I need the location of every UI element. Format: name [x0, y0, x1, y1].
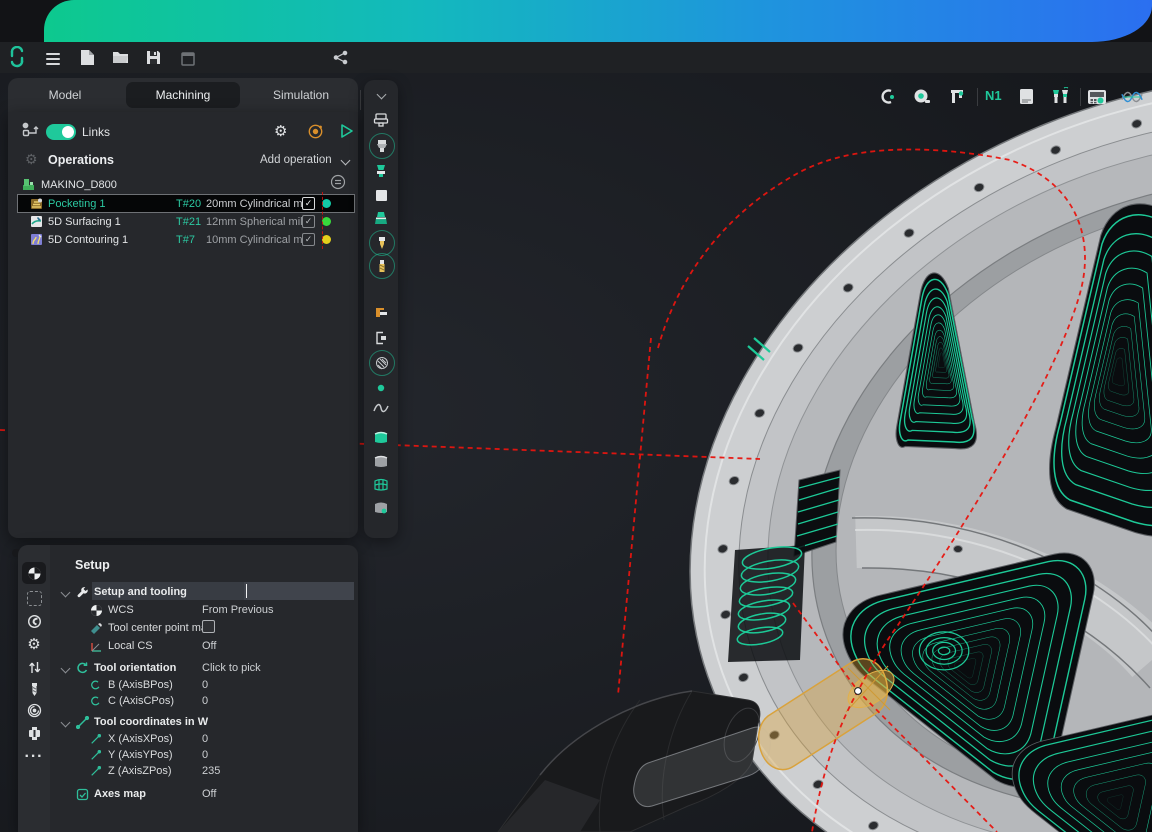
surface-grid-icon[interactable] [371, 475, 391, 495]
save-button[interactable] [143, 47, 163, 67]
sidebar-limits-icon[interactable] [24, 658, 44, 676]
tool-holder-icon[interactable] [369, 133, 395, 159]
open-file-button[interactable] [110, 47, 130, 67]
enabled-checkbox[interactable]: ✓ [302, 215, 315, 228]
surface-point-icon[interactable] [371, 498, 391, 518]
setup-row[interactable]: C (AxisCPos) 0 [50, 693, 350, 709]
status-dot [322, 199, 331, 208]
machining-settings-gear-icon[interactable]: ⚙ [274, 122, 287, 140]
sidebar-more-icon[interactable]: ··· [24, 748, 44, 766]
sidebar-comet-icon[interactable] [24, 612, 44, 630]
caliper-icon[interactable] [946, 86, 968, 108]
rim-toolpath-patch [793, 469, 841, 557]
share-icon[interactable] [330, 47, 350, 67]
stock-icon[interactable] [371, 185, 391, 205]
tool-pair-icon[interactable] [1050, 86, 1072, 108]
group-value-field[interactable] [244, 582, 354, 600]
measure-tape-icon[interactable] [911, 86, 933, 108]
workpiece-icon[interactable] [371, 208, 391, 228]
surface-teal-icon[interactable] [371, 428, 391, 448]
sidebar-wcs-icon[interactable] [22, 562, 46, 584]
document-icon [178, 49, 198, 69]
mesh-feature-icon[interactable] [369, 350, 395, 376]
enabled-checkbox[interactable]: ✓ [302, 197, 315, 210]
app-window: Aerospace Part_S Model Machining Simulat… [0, 0, 1152, 832]
tcp-checkbox[interactable] [202, 620, 215, 633]
machine-name: MAKINO_D800 [41, 178, 117, 191]
nc-code-button[interactable]: N1 [985, 88, 1002, 103]
setup-row[interactable]: B (AxisBPos) 0 [50, 677, 350, 693]
helix-toolpath [728, 545, 805, 662]
mode-tabs: Model Machining Simulation [8, 78, 358, 112]
machine-menu-icon[interactable] [330, 174, 346, 195]
operations-gear-icon: ⚙ [25, 151, 38, 167]
machining-items-toolbar [364, 80, 398, 538]
menu-button[interactable] [43, 49, 63, 69]
setup-row[interactable]: Z (AxisZPos) 235 [50, 763, 350, 779]
setup-sidebar: ⚙ ··· [18, 545, 50, 832]
tab-simulation[interactable]: Simulation [244, 82, 358, 108]
frame-feature-icon[interactable] [371, 328, 391, 348]
collapse-chevron-icon[interactable] [371, 86, 391, 106]
graph-icon[interactable] [1121, 86, 1143, 108]
sidebar-feed-icon[interactable] [24, 701, 44, 719]
enabled-checkbox[interactable]: ✓ [302, 233, 315, 246]
curve-feature-icon[interactable] [371, 398, 391, 418]
operations-title: Operations [48, 153, 114, 167]
operation-row-contouring[interactable]: 5D Contouring 1 T#7 10mm Cylindrical mil… [18, 231, 354, 248]
sidebar-selection-icon[interactable] [24, 589, 44, 607]
surface-gray-icon[interactable] [371, 452, 391, 472]
stock-doc-icon[interactable] [1015, 86, 1037, 108]
setup-row[interactable]: Y (AxisYPos) 0 [50, 747, 350, 763]
links-node-icon [22, 122, 39, 143]
fixture-icon[interactable] [371, 303, 391, 323]
setup-row[interactable]: WCS From Previous [50, 602, 350, 618]
axis-trace-overlay [322, 192, 323, 249]
operations-panel: Links ⚙ ⚙ Operations Add operation MAKIN… [8, 112, 358, 538]
spindle-head-icon[interactable] [371, 110, 391, 130]
setup-row-group[interactable]: Tool coordinates in W [50, 714, 350, 730]
setup-row[interactable]: X (AxisXPos) 0 [50, 731, 350, 747]
setup-row-group[interactable]: Tool orientation Click to pick [50, 660, 350, 676]
links-toggle[interactable] [46, 124, 76, 140]
add-operation-caret-icon[interactable] [340, 155, 351, 166]
run-button[interactable] [339, 123, 354, 144]
sidebar-holder-icon[interactable] [24, 724, 44, 742]
main-toolbar: Aerospace Part_S [0, 42, 1152, 110]
machine-sim-icon[interactable] [307, 123, 324, 145]
point-feature-icon[interactable] [371, 378, 391, 398]
sidebar-tool-icon[interactable] [24, 680, 44, 698]
machine-row[interactable]: MAKINO_D800 [18, 174, 354, 195]
app-logo [7, 46, 27, 68]
add-operation-button[interactable]: Add operation [260, 154, 332, 166]
tab-machining[interactable]: Machining [126, 82, 240, 108]
operation-row-surfacing[interactable]: 5D Surfacing 1 T#21 12mm Spherical mil ✓ [18, 213, 354, 230]
decorative-gradient-bar [44, 0, 1152, 42]
snap-magnet-icon[interactable] [876, 86, 898, 108]
setup-row[interactable]: Local CS Off [50, 638, 350, 654]
sidebar-settings-gear-icon[interactable]: ⚙ [24, 635, 44, 653]
tool-tip-point[interactable] [854, 687, 862, 695]
links-label: Links [82, 125, 111, 139]
endmill-tool-icon[interactable] [369, 253, 395, 279]
control-panel-icon[interactable] [1086, 86, 1108, 108]
operation-row-pocketing[interactable]: Pocketing 1 T#20 20mm Cylindrical m ✓ [17, 194, 355, 213]
new-file-button[interactable] [77, 47, 97, 67]
tab-model[interactable]: Model [8, 82, 122, 108]
setup-row[interactable]: Tool center point man [50, 620, 350, 636]
status-dot [322, 235, 331, 244]
setup-row-group[interactable]: Setup and tooling [50, 582, 354, 600]
setup-row-group[interactable]: Axes map Off [50, 786, 350, 802]
workpiece-tool-icon[interactable] [371, 161, 391, 181]
setup-panel-title: Setup [75, 558, 110, 572]
status-dot [322, 217, 331, 226]
setup-panel: ⚙ ··· Setup Setup and tooling WCS From P… [12, 545, 358, 832]
